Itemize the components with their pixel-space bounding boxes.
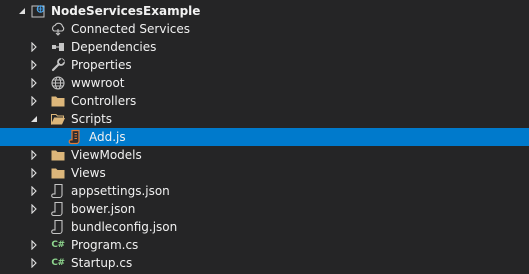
tree-row-startup-cs[interactable]: C# Startup.cs	[0, 254, 529, 272]
tree-row-bundleconfig-json[interactable]: bundleconfig.json	[0, 218, 529, 236]
tree-row-viewmodels[interactable]: ViewModels	[0, 146, 529, 164]
tree-item-label: bundleconfig.json	[71, 220, 178, 234]
tree-row-appsettings-json[interactable]: appsettings.json	[0, 182, 529, 200]
collapsed-arrow-icon[interactable]	[28, 254, 40, 272]
tree-item-label: Program.cs	[71, 238, 139, 252]
tree-row-program-cs[interactable]: C# Program.cs	[0, 236, 529, 254]
tree-row-scripts[interactable]: Scripts	[0, 110, 529, 128]
tree-item-label: Controllers	[71, 94, 137, 108]
solution-explorer-tree: NodeServicesExample Connected Services D…	[0, 2, 529, 272]
json-file-icon	[50, 201, 66, 217]
csharp-web-project-icon	[30, 3, 46, 19]
project-name: NodeServicesExample	[51, 4, 201, 18]
collapsed-arrow-icon[interactable]	[28, 74, 40, 92]
csharp-file-icon: C#	[51, 258, 65, 268]
tree-row-bower-json[interactable]: bower.json	[0, 200, 529, 218]
connected-services-icon	[50, 21, 66, 37]
tree-item-label: Properties	[71, 58, 132, 72]
tree-row-dependencies[interactable]: Dependencies	[0, 38, 529, 56]
tree-item-label: Scripts	[71, 112, 113, 126]
collapsed-arrow-icon[interactable]	[28, 92, 40, 110]
folder-icon	[50, 93, 66, 109]
tree-item-label: wwwroot	[71, 76, 125, 90]
tree-item-label: Connected Services	[71, 22, 191, 36]
expanded-arrow-icon[interactable]	[16, 2, 28, 20]
tree-row-connected-services[interactable]: Connected Services	[0, 20, 529, 38]
folder-icon	[50, 147, 66, 163]
folder-open-icon	[50, 111, 66, 127]
collapsed-arrow-icon[interactable]	[28, 200, 40, 218]
tree-item-label: bower.json	[71, 202, 136, 216]
js-file-icon	[68, 129, 84, 145]
json-file-icon	[50, 219, 66, 235]
dependencies-icon	[50, 39, 66, 55]
tree-item-label: Views	[71, 166, 106, 180]
tree-row-wwwroot[interactable]: wwwroot	[0, 74, 529, 92]
collapsed-arrow-icon[interactable]	[28, 38, 40, 56]
collapsed-arrow-icon[interactable]	[28, 236, 40, 254]
collapsed-arrow-icon[interactable]	[28, 182, 40, 200]
collapsed-arrow-icon[interactable]	[28, 146, 40, 164]
collapsed-arrow-icon[interactable]	[28, 164, 40, 182]
tree-item-label: Startup.cs	[71, 256, 133, 270]
collapsed-arrow-icon[interactable]	[28, 56, 40, 74]
expanded-arrow-icon[interactable]	[28, 110, 40, 128]
tree-row-controllers[interactable]: Controllers	[0, 92, 529, 110]
tree-row-views[interactable]: Views	[0, 164, 529, 182]
tree-item-label: Dependencies	[71, 40, 157, 54]
tree-item-label: Add.js	[89, 130, 126, 144]
csharp-file-icon: C#	[51, 240, 65, 250]
json-file-icon	[50, 183, 66, 199]
tree-item-label: ViewModels	[71, 148, 142, 162]
globe-icon	[50, 75, 66, 91]
tree-row-project[interactable]: NodeServicesExample	[0, 2, 529, 20]
wrench-icon	[50, 57, 66, 73]
tree-row-add-js[interactable]: Add.js	[0, 128, 529, 146]
folder-icon	[50, 165, 66, 181]
tree-row-properties[interactable]: Properties	[0, 56, 529, 74]
tree-item-label: appsettings.json	[71, 184, 170, 198]
